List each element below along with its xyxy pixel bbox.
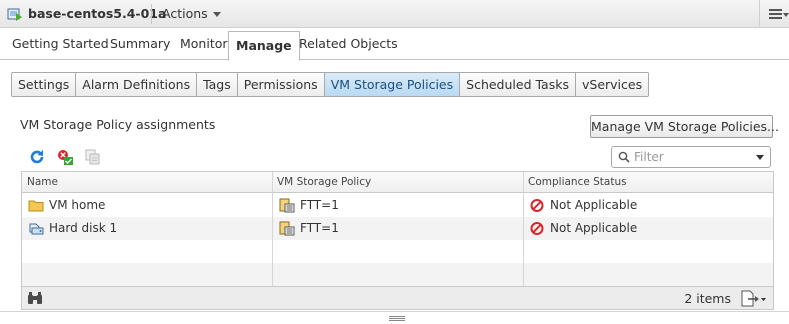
folder-icon [28, 200, 44, 212]
column-header-compliance-status[interactable]: Compliance Status [523, 172, 773, 193]
subtab-permissions[interactable]: Permissions [237, 73, 325, 96]
filter-input[interactable] [634, 149, 752, 165]
empty-row [22, 240, 773, 263]
chevron-down-icon [212, 12, 221, 17]
reapply-policy-icon [85, 149, 100, 165]
table-footer: 2 items [22, 286, 773, 309]
tab-getting-started[interactable]: Getting Started [12, 28, 109, 60]
actions-menu-button[interactable]: Actions [162, 6, 221, 21]
column-separator [272, 172, 273, 286]
section-title: VM Storage Policy assignments [20, 117, 216, 132]
binoculars-icon[interactable] [27, 291, 43, 305]
storage-policy-table: Name VM Storage Policy Compliance Status… [21, 171, 774, 310]
tab-related-objects[interactable]: Related Objects [299, 28, 398, 60]
main-tab-bar: Getting Started Summary Monitor Manage R… [0, 28, 789, 61]
header-separator [151, 4, 152, 24]
subtab-scheduled-tasks[interactable]: Scheduled Tasks [460, 73, 576, 96]
row-name: VM home [49, 198, 106, 212]
check-compliance-icon[interactable] [56, 148, 74, 166]
actions-label: Actions [162, 6, 208, 21]
table-row[interactable]: VM home FTT=1 Not Applicable [22, 194, 773, 217]
not-applicable-icon [530, 199, 544, 212]
subtab-tags[interactable]: Tags [197, 73, 238, 96]
storage-policy-icon [279, 198, 295, 213]
item-count: 2 items [684, 291, 731, 306]
row-compliance-status: Not Applicable [550, 221, 638, 235]
tab-manage[interactable]: Manage [228, 31, 300, 61]
subtab-alarm-definitions[interactable]: Alarm Definitions [76, 73, 198, 96]
header-menu-button[interactable] [759, 0, 789, 28]
manage-sub-tab-bar: Settings Alarm Definitions Tags Permissi… [11, 72, 650, 97]
hard-disk-icon [29, 223, 44, 235]
row-name: Hard disk 1 [49, 221, 118, 235]
subtab-settings[interactable]: Settings [12, 73, 77, 96]
filter-dropdown-icon[interactable] [756, 155, 764, 160]
table-header: Name VM Storage Policy Compliance Status [22, 172, 773, 193]
object-header: base-centos5.4-01a Actions [0, 0, 789, 28]
vm-name-title: base-centos5.4-01a [28, 6, 167, 21]
empty-row [22, 263, 773, 286]
virtual-machine-icon [7, 8, 22, 21]
subtab-vservices[interactable]: vServices [575, 73, 649, 96]
column-header-vm-storage-policy[interactable]: VM Storage Policy [272, 172, 522, 193]
chevron-down-icon [783, 13, 789, 17]
manage-vm-storage-policies-button[interactable]: Manage VM Storage Policies... [590, 115, 779, 138]
export-icon [741, 290, 766, 307]
search-icon [618, 151, 630, 163]
row-compliance-status: Not Applicable [550, 198, 638, 212]
resize-handle[interactable] [389, 316, 405, 321]
column-header-name[interactable]: Name [22, 172, 272, 193]
row-policy: FTT=1 [300, 198, 339, 212]
refresh-icon[interactable] [28, 148, 46, 166]
table-row[interactable]: Hard disk 1 FTT=1 Not Applicable [22, 217, 773, 240]
storage-policy-icon [279, 221, 295, 236]
not-applicable-icon [530, 222, 544, 235]
row-policy: FTT=1 [300, 221, 339, 235]
tab-monitor[interactable]: Monitor [180, 28, 228, 60]
column-separator [523, 172, 524, 286]
panel-bottom-border [0, 311, 789, 312]
filter-box[interactable] [611, 146, 771, 168]
tab-summary[interactable]: Summary [110, 28, 170, 60]
export-button[interactable] [739, 290, 767, 307]
subtab-vm-storage-policies[interactable]: VM Storage Policies [324, 73, 461, 96]
